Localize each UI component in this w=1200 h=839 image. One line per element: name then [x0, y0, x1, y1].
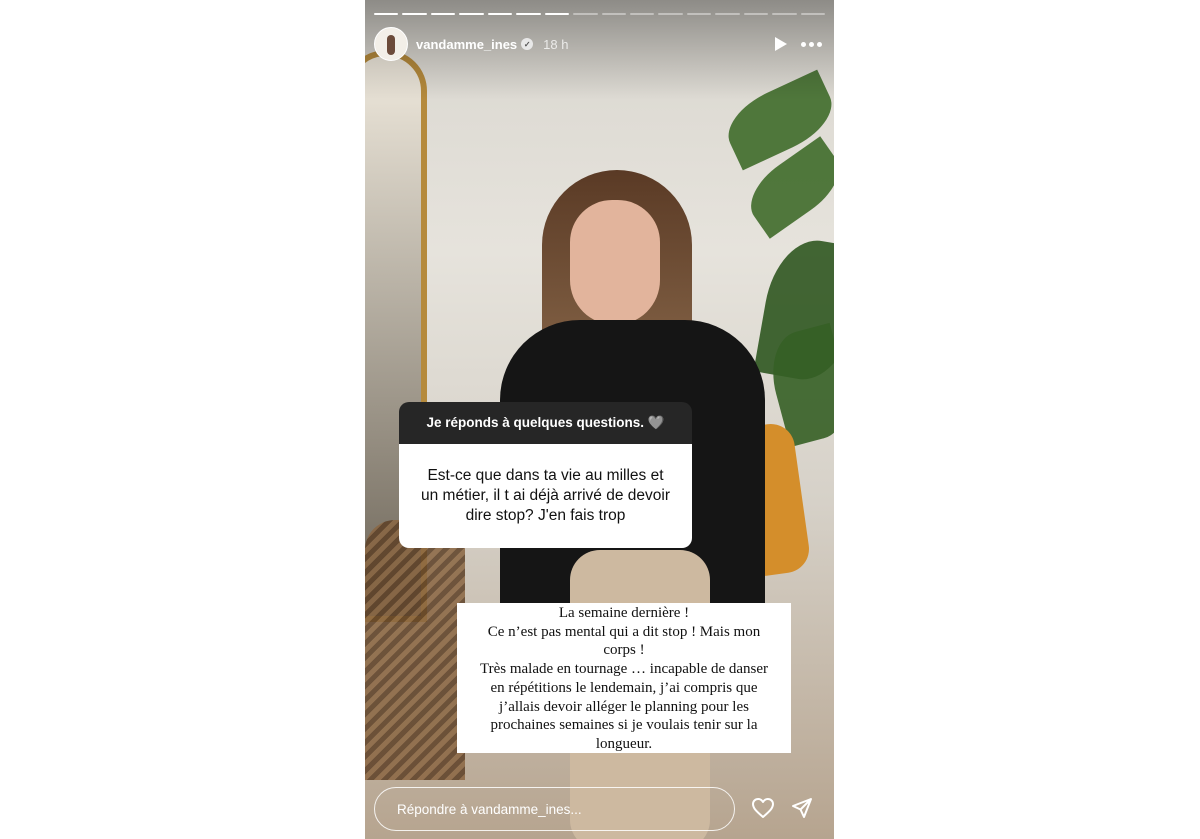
- more-icon[interactable]: [801, 41, 822, 47]
- progress-segment: [772, 13, 797, 15]
- progress-segment: [658, 13, 683, 15]
- question-text: Est-ce que dans ta vie au milles et un m…: [399, 444, 692, 548]
- progress-segment: [544, 13, 570, 15]
- answer-text-box: La semaine dernière ! Ce n’est pas mental…: [457, 603, 791, 753]
- progress-segment: [629, 13, 655, 15]
- username[interactable]: vandamme_ines: [416, 37, 517, 52]
- progress-segment: [601, 13, 626, 15]
- story-progress-bar: [374, 13, 825, 15]
- answer-line: corps !: [603, 642, 645, 659]
- answer-line: Ce n’est pas mental qui a dit stop ! Mai…: [487, 623, 761, 640]
- progress-segment: [459, 13, 484, 15]
- progress-segment: [715, 13, 740, 15]
- progress-segment: [374, 13, 399, 15]
- answer-line: Très malade en tournage … incapable de d…: [479, 661, 769, 678]
- progress-segment: [516, 13, 541, 15]
- question-sticker[interactable]: Je réponds à quelques questions. 🩶 Est-c…: [399, 402, 692, 548]
- post-time: 18 h: [543, 36, 569, 52]
- progress-segment: [800, 13, 825, 15]
- answer-line: longueur.: [595, 735, 653, 752]
- progress-segment: [430, 13, 456, 15]
- reply-input[interactable]: Répondre à vandamme_ines...: [374, 787, 735, 831]
- question-heading: Je réponds à quelques questions. 🩶: [399, 402, 692, 444]
- story-viewer[interactable]: vandamme_ines ✓ 18 h Je réponds à quelqu…: [365, 0, 834, 839]
- progress-segment: [402, 13, 427, 15]
- progress-segment: [686, 13, 712, 15]
- progress-segment: [743, 13, 769, 15]
- reply-placeholder: Répondre à vandamme_ines...: [397, 801, 582, 817]
- heart-icon[interactable]: [751, 797, 775, 819]
- answer-line: j’allais devoir alléger le planning pour…: [499, 698, 749, 715]
- play-icon[interactable]: [775, 37, 787, 51]
- rattan-chair: [365, 520, 465, 780]
- answer-line: prochaines semaines si je voulais tenir …: [490, 717, 758, 734]
- story-header: vandamme_ines ✓ 18 h: [374, 27, 822, 61]
- progress-segment: [487, 13, 513, 15]
- avatar[interactable]: [374, 27, 408, 61]
- answer-line: en répétitions le lendemain, j’ai compri…: [490, 679, 758, 696]
- answer-line: La semaine dernière !: [558, 605, 690, 621]
- progress-segment: [573, 13, 598, 15]
- send-icon[interactable]: [791, 797, 813, 819]
- verified-badge-icon: ✓: [521, 38, 534, 50]
